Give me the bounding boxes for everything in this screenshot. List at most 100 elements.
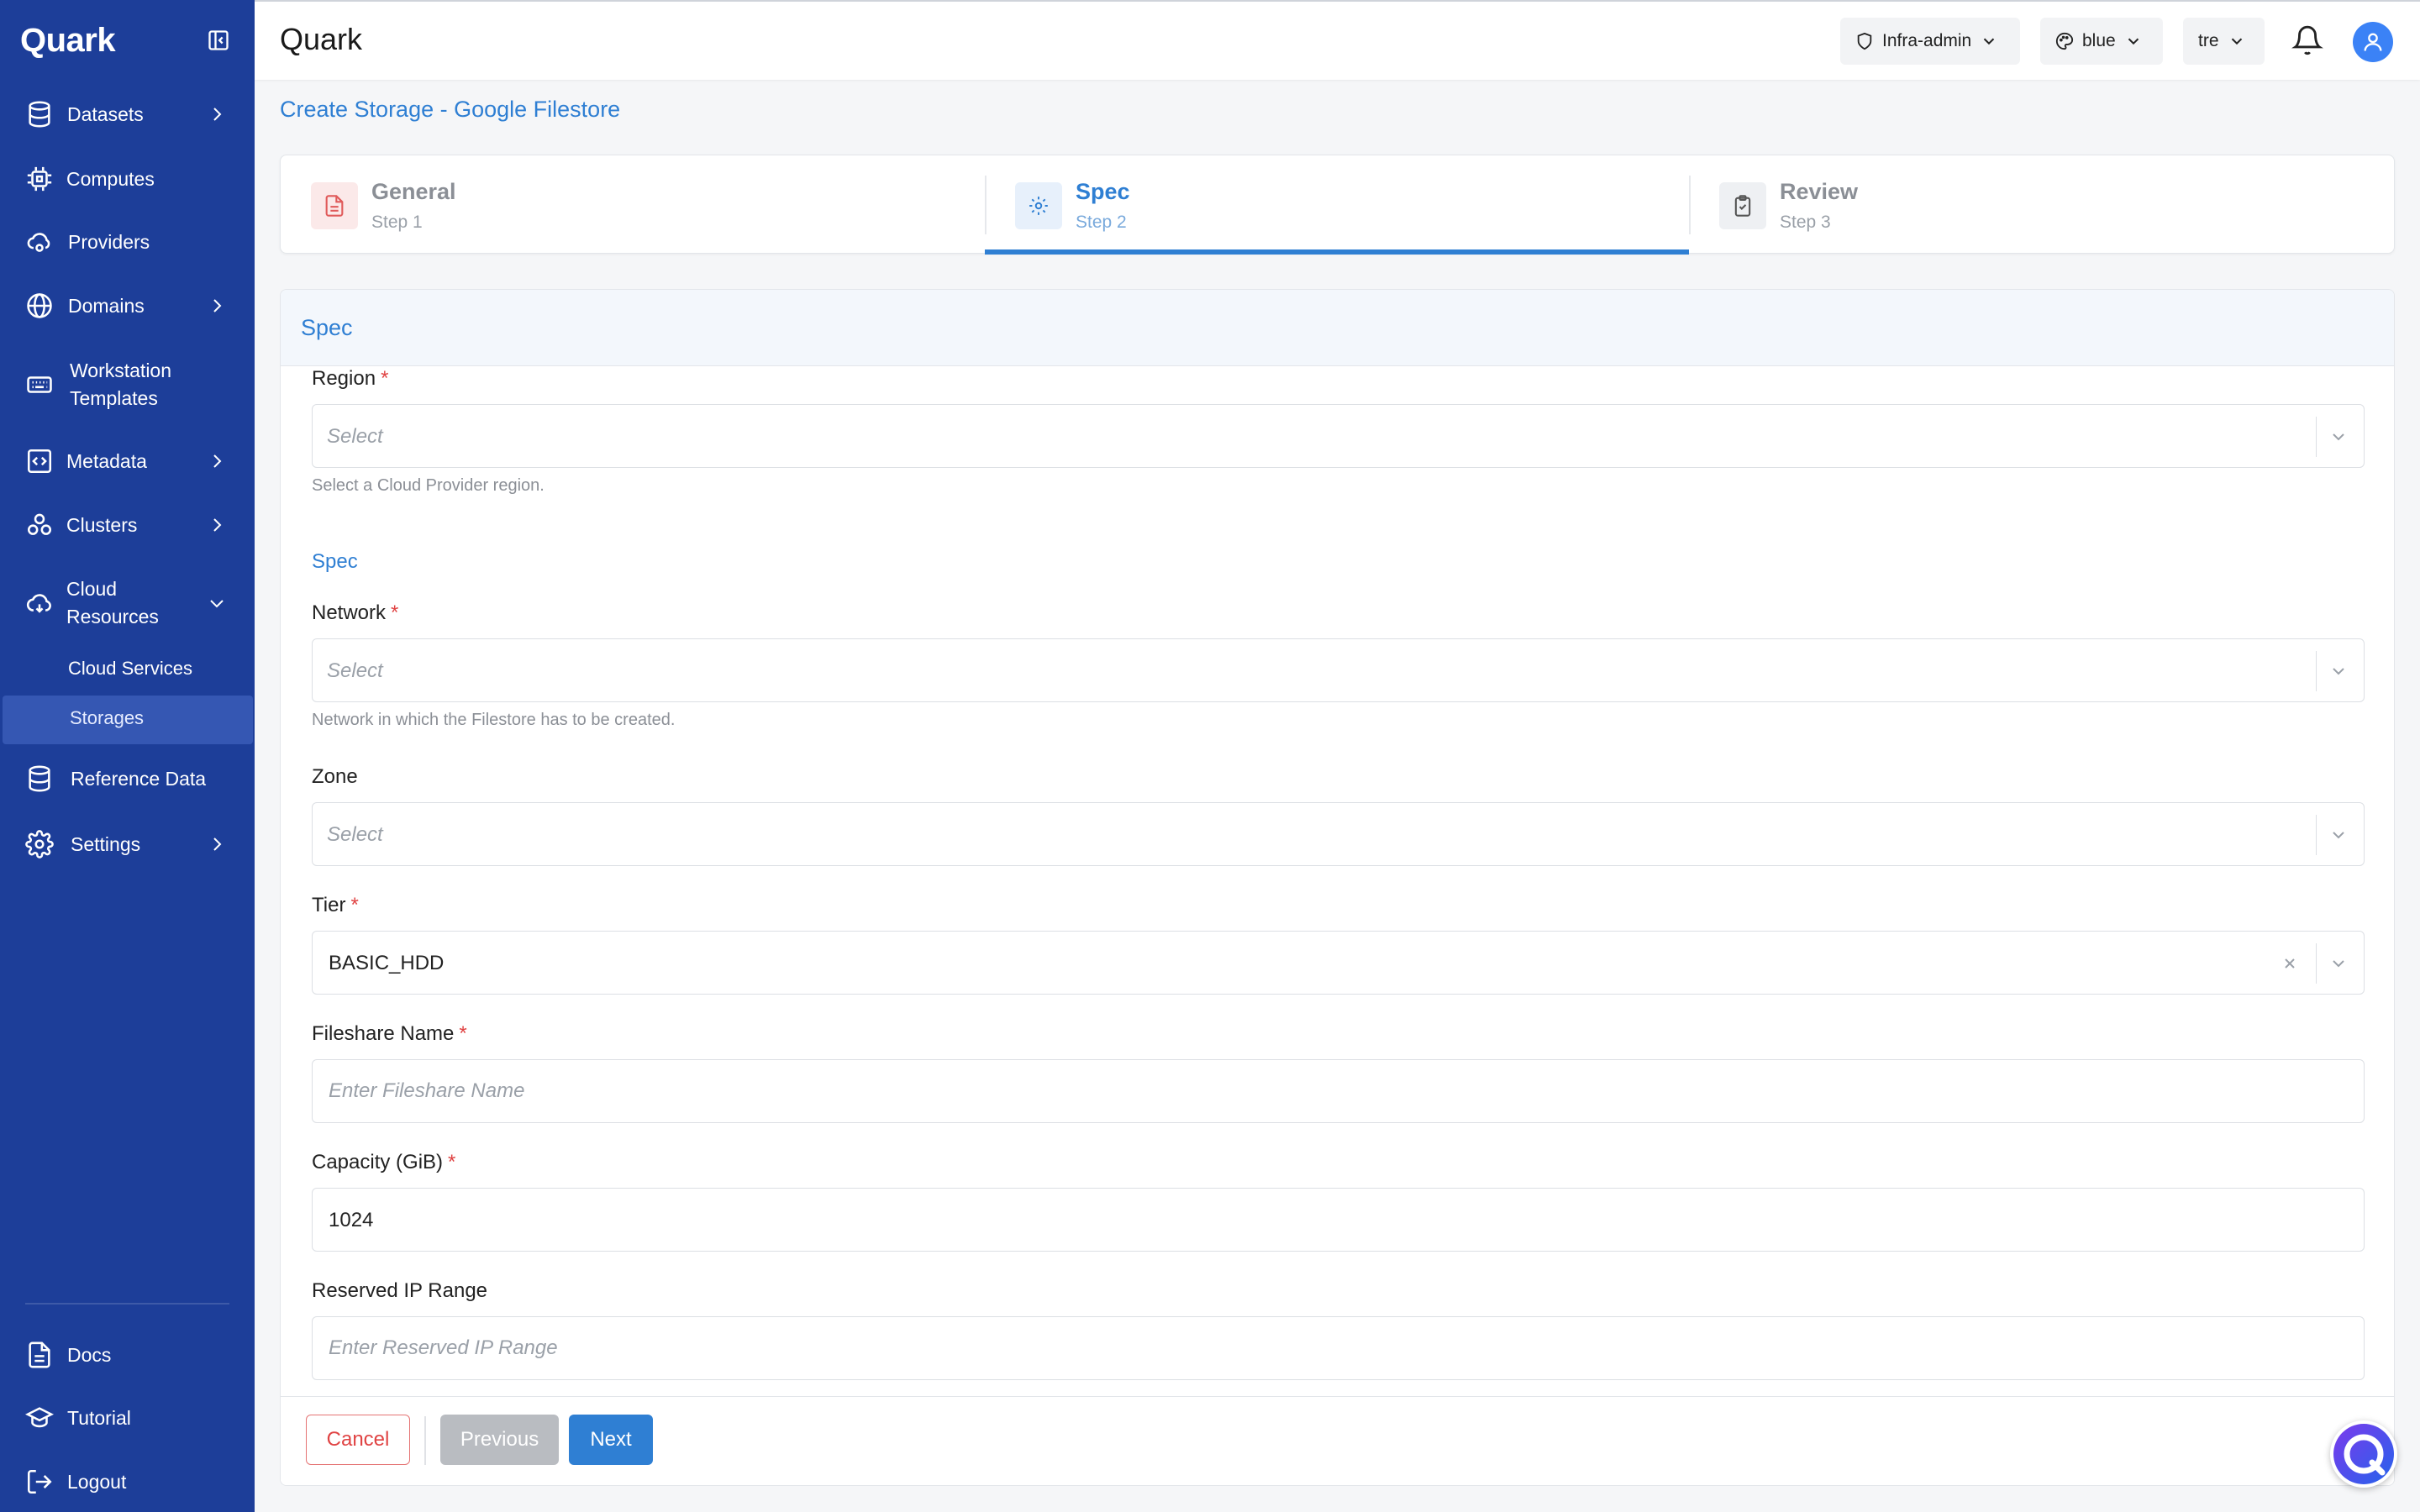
sidebar-item-label: Workstation bbox=[70, 360, 172, 381]
sidebar-item-computes[interactable]: Computes bbox=[0, 165, 255, 193]
tenant-label: tre bbox=[2198, 31, 2219, 50]
sidebar-item-label-line2: Resources bbox=[66, 606, 159, 627]
sidebar-item-storages[interactable]: Storages bbox=[3, 696, 253, 744]
document-icon bbox=[311, 182, 358, 229]
step-number: Step 2 bbox=[1076, 213, 1127, 232]
fileshare-name-field[interactable] bbox=[312, 1059, 2365, 1123]
role-selector[interactable]: Infra-admin bbox=[1840, 18, 2020, 65]
sidebar-item-label: Cloud bbox=[66, 578, 118, 600]
collapse-sidebar-icon[interactable] bbox=[207, 29, 230, 52]
database-icon bbox=[25, 100, 54, 129]
cloud-provider-icon bbox=[25, 228, 54, 256]
network-label: Network * bbox=[312, 601, 399, 624]
chevron-down-icon bbox=[2124, 32, 2143, 50]
sidebar-item-logout[interactable]: Logout bbox=[0, 1467, 255, 1496]
shield-icon bbox=[1855, 32, 1874, 50]
step-spec[interactable]: Spec Step 2 bbox=[985, 155, 1689, 255]
sidebar-item-cloud-resources[interactable]: Cloud Resources bbox=[0, 575, 255, 632]
sidebar-item-label: Logout bbox=[67, 1471, 127, 1493]
sidebar-item-label: Domains bbox=[68, 295, 145, 317]
app-title: Quark bbox=[280, 22, 363, 56]
sidebar-item-datasets[interactable]: Datasets bbox=[0, 100, 255, 129]
step-review[interactable]: Review Step 3 bbox=[1689, 155, 2393, 255]
previous-button[interactable]: Previous bbox=[440, 1415, 559, 1465]
sidebar-divider bbox=[25, 1303, 229, 1305]
top-header: Quark Infra-admin blue tre bbox=[255, 0, 2420, 80]
reserved-ip-input[interactable] bbox=[313, 1317, 2364, 1379]
chevron-right-icon bbox=[207, 104, 227, 124]
zone-select[interactable]: Select bbox=[312, 802, 2365, 866]
sidebar-item-label: Computes bbox=[66, 168, 155, 190]
sidebar-item-label: Cloud Services bbox=[68, 658, 192, 679]
user-icon bbox=[2364, 33, 2382, 51]
step-name: Spec bbox=[1076, 179, 1130, 204]
spec-form-card: Spec Region * Select Select a Cloud Provi… bbox=[280, 289, 2395, 1486]
clipboard-check-icon bbox=[1719, 182, 1766, 229]
clear-icon[interactable] bbox=[2280, 953, 2300, 974]
cpu-icon bbox=[25, 165, 54, 193]
chevron-down-icon bbox=[2328, 953, 2349, 974]
network-select[interactable]: Select bbox=[312, 638, 2365, 702]
step-number: Step 1 bbox=[371, 213, 423, 232]
theme-selector[interactable]: blue bbox=[2040, 18, 2163, 65]
database-icon bbox=[25, 764, 54, 793]
cancel-button[interactable]: Cancel bbox=[306, 1415, 410, 1465]
reserved-ip-label: Reserved IP Range bbox=[312, 1279, 488, 1302]
page-title: Create Storage - Google Filestore bbox=[280, 97, 621, 122]
chevron-down-icon bbox=[207, 593, 227, 613]
sidebar: Quark Datasets Computes Providers Domain… bbox=[0, 0, 255, 1512]
sidebar-item-workstation-templates[interactable]: Workstation Templates bbox=[0, 356, 255, 413]
cluster-icon bbox=[25, 511, 54, 539]
card-header: Spec bbox=[281, 290, 2394, 366]
chevron-down-icon bbox=[2328, 427, 2349, 447]
tier-value: BASIC_HDD bbox=[329, 952, 445, 974]
region-select[interactable]: Select bbox=[312, 404, 2365, 468]
chevron-down-icon bbox=[2228, 32, 2246, 50]
user-avatar[interactable] bbox=[2353, 22, 2393, 62]
sidebar-item-providers[interactable]: Providers bbox=[0, 228, 255, 256]
tier-select[interactable]: BASIC_HDD bbox=[312, 931, 2365, 995]
capacity-label: Capacity (GiB) * bbox=[312, 1151, 456, 1173]
notification-bell-icon[interactable] bbox=[2291, 24, 2323, 56]
sidebar-item-label: Datasets bbox=[67, 103, 144, 125]
chevron-right-icon bbox=[207, 451, 227, 471]
sidebar-item-cloud-services[interactable]: Cloud Services bbox=[0, 646, 255, 695]
sidebar-item-clusters[interactable]: Clusters bbox=[0, 511, 255, 539]
sidebar-item-domains[interactable]: Domains bbox=[0, 291, 255, 320]
gear-icon bbox=[1015, 182, 1062, 229]
sidebar-item-docs[interactable]: Docs bbox=[0, 1341, 255, 1369]
logout-icon bbox=[25, 1467, 54, 1496]
network-help: Network in which the Filestore has to be… bbox=[312, 711, 676, 729]
sidebar-item-reference-data[interactable]: Reference Data bbox=[0, 764, 255, 793]
zone-label: Zone bbox=[312, 765, 358, 788]
region-label: Region * bbox=[312, 367, 389, 390]
capacity-field[interactable]: 1024 bbox=[312, 1188, 2365, 1252]
tier-label: Tier * bbox=[312, 894, 359, 916]
sidebar-item-settings[interactable]: Settings bbox=[0, 830, 255, 858]
theme-label: blue bbox=[2082, 31, 2116, 50]
fileshare-name-label: Fileshare Name * bbox=[312, 1022, 467, 1045]
step-number: Step 3 bbox=[1780, 213, 1831, 232]
step-general[interactable]: General Step 1 bbox=[281, 155, 985, 255]
sidebar-item-label: Clusters bbox=[66, 514, 138, 536]
sidebar-item-label-line2: Templates bbox=[70, 387, 158, 409]
globe-icon bbox=[25, 291, 54, 320]
assistant-chat-icon[interactable] bbox=[2330, 1420, 2397, 1488]
chevron-down-icon bbox=[2328, 661, 2349, 681]
network-placeholder: Select bbox=[327, 659, 383, 682]
chevron-down-icon bbox=[2328, 825, 2349, 845]
section-title: Spec bbox=[301, 315, 353, 340]
sidebar-item-label: Metadata bbox=[66, 450, 147, 472]
active-step-indicator bbox=[985, 249, 1689, 255]
brand-logo: Quark bbox=[20, 22, 116, 59]
fileshare-name-input[interactable] bbox=[313, 1060, 2364, 1122]
reserved-ip-field[interactable] bbox=[312, 1316, 2365, 1380]
sidebar-item-metadata[interactable]: Metadata bbox=[0, 447, 255, 475]
chevron-right-icon bbox=[207, 834, 227, 854]
next-button[interactable]: Next bbox=[569, 1415, 653, 1465]
keyboard-icon bbox=[25, 370, 54, 399]
tenant-selector[interactable]: tre bbox=[2183, 18, 2265, 65]
sidebar-item-tutorial[interactable]: Tutorial bbox=[0, 1404, 255, 1432]
chevron-right-icon bbox=[207, 296, 227, 316]
stepper: General Step 1 Spec Step 2 Review Step 3 bbox=[280, 155, 2395, 255]
